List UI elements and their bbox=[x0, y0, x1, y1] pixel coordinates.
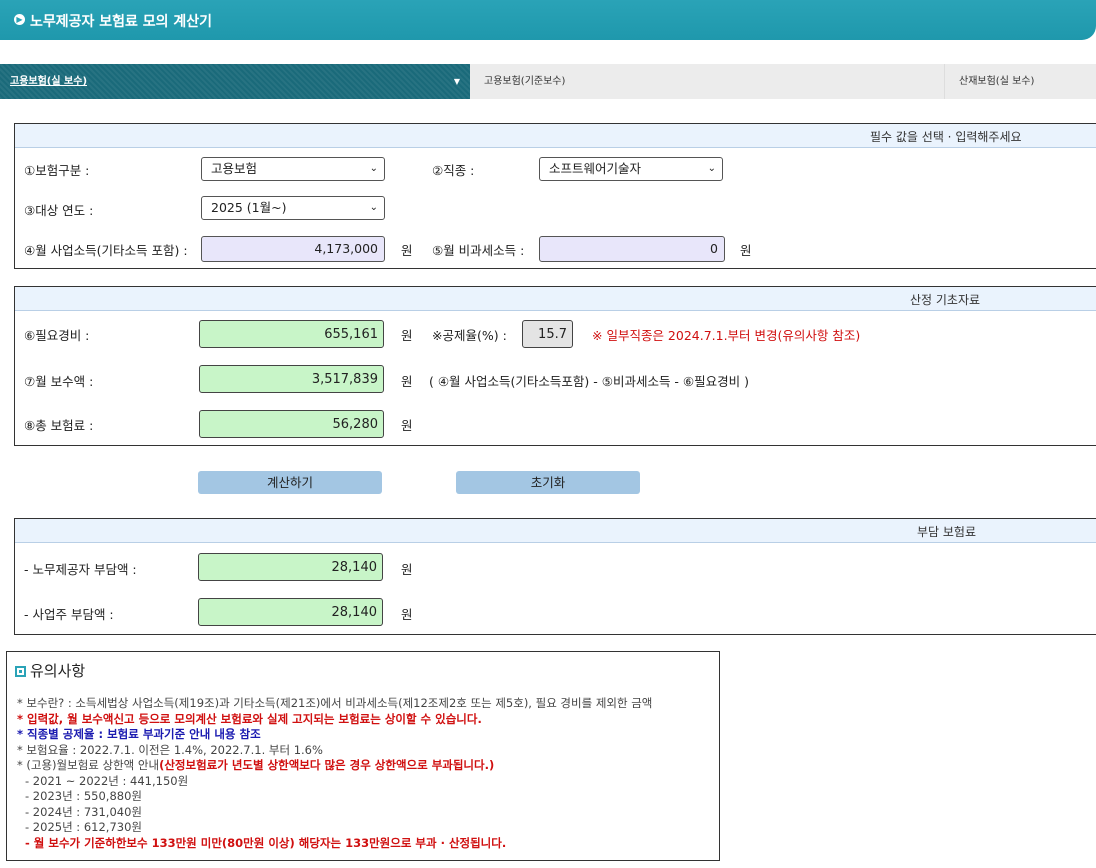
input-section: 필수 값을 선택 · 입력해주세요 ①보험구분 : 고용보험 ⌄ ②직종 : 소… bbox=[14, 123, 1096, 269]
income-label: ④월 사업소득(기타소득 포함) : bbox=[24, 243, 188, 258]
note-item: - 2024년 : 731,040원 bbox=[25, 804, 142, 819]
tab-employment-standard-pay[interactable]: 고용보험(기준보수) bbox=[484, 64, 565, 99]
nontax-income-label: ⑤월 비과세소득 : bbox=[432, 243, 525, 258]
worker-burden-unit: 원 bbox=[401, 562, 413, 577]
calculate-button[interactable]: 계산하기 bbox=[198, 471, 382, 494]
monthly-pay-label: ⑦월 보수액 : bbox=[24, 374, 94, 389]
chevron-down-icon: ⌄ bbox=[707, 163, 716, 174]
occupation-label: ②직종 : bbox=[432, 163, 475, 178]
employer-burden-label: - 사업주 부담액 : bbox=[24, 607, 114, 622]
note-item: - 2021 ~ 2022년 : 441,150원 bbox=[25, 773, 189, 788]
note-item: - 2025년 : 612,730원 bbox=[25, 820, 142, 834]
note-item: - 월 보수가 기준하한보수 133만원 미만(80만원 이상) 해당자는 13… bbox=[25, 835, 507, 850]
year-select[interactable]: 2025 (1월~) ⌄ bbox=[201, 196, 385, 220]
notes-heading: 유의사항 bbox=[15, 660, 85, 681]
note-item: * 직종별 공제율 : 보험료 부과기준 안내 내용 참조 bbox=[17, 727, 261, 741]
worker-burden-label: - 노무제공자 부담액 : bbox=[24, 562, 137, 577]
input-section-heading: 필수 값을 선택 · 입력해주세요 bbox=[870, 130, 1022, 144]
employer-burden-output: 28,140 bbox=[198, 598, 383, 626]
total-premium-unit: 원 bbox=[401, 418, 413, 433]
notes-panel: 유의사항 * 보수란? : 소득세법상 사업소득(제19조)과 기타소득(제21… bbox=[6, 651, 720, 861]
reset-button[interactable]: 초기화 bbox=[456, 471, 640, 494]
tab-bar: 고용보험(실 보수) ▼ 고용보험(기준보수) 산재보험(실 보수) bbox=[0, 64, 1096, 99]
year-label: ③대상 연도 : bbox=[24, 203, 94, 218]
calc-section-heading: 산정 기초자료 bbox=[910, 293, 981, 307]
tab-employment-actual-pay[interactable]: 고용보험(실 보수) ▼ bbox=[0, 64, 470, 99]
monthly-pay-formula: ( ④월 사업소득(기타소득포함) - ⑤비과세소득 - ⑥필요경비 ) bbox=[429, 374, 749, 389]
burden-section: 부담 보험료 - 노무제공자 부담액 : 28,140 원 - 사업주 부담액 … bbox=[14, 518, 1096, 635]
note-item: * (고용)월보험료 상한액 안내(산정보험료가 년도별 상한액보다 많은 경우… bbox=[17, 758, 495, 772]
expense-output: 655,161 bbox=[199, 320, 384, 348]
note-item: * 입력값, 월 보수액신고 등으로 모의계산 보험료와 실제 고지되는 보험료… bbox=[17, 711, 482, 726]
insurance-type-label: ①보험구분 : bbox=[24, 163, 90, 178]
chevron-down-icon: ⌄ bbox=[369, 202, 378, 213]
tab-industrial-accident-actual-pay[interactable]: 산재보험(실 보수) bbox=[944, 64, 1096, 99]
caret-down-icon: ▼ bbox=[453, 77, 460, 86]
total-premium-output: 56,280 bbox=[199, 410, 384, 438]
note-item: - 2023년 : 550,880원 bbox=[25, 789, 142, 803]
nontax-income-input[interactable]: 0 bbox=[539, 236, 725, 262]
notes-list: * 보수란? : 소득세법상 사업소득(제19조)과 기타소득(제21조)에서 … bbox=[17, 696, 652, 851]
employer-burden-unit: 원 bbox=[401, 607, 413, 622]
income-unit: 원 bbox=[401, 243, 413, 258]
nontax-income-unit: 원 bbox=[740, 243, 752, 258]
burden-section-heading: 부담 보험료 bbox=[917, 525, 977, 539]
deduction-rate-label: ※공제율(%) : bbox=[432, 328, 507, 343]
note-item: * 보험요율 : 2022.7.1. 이전은 1.4%, 2022.7.1. 부… bbox=[17, 742, 323, 757]
income-input[interactable]: 4,173,000 bbox=[201, 236, 385, 262]
expense-unit: 원 bbox=[401, 328, 413, 343]
note-item: * 보수란? : 소득세법상 사업소득(제19조)과 기타소득(제21조)에서 … bbox=[17, 696, 653, 710]
page-title: 노무제공자 보험료 모의 계산기 bbox=[30, 14, 213, 30]
monthly-pay-unit: 원 bbox=[401, 374, 413, 389]
occupation-select[interactable]: 소프트웨어기술자 ⌄ bbox=[539, 157, 723, 181]
monthly-pay-output: 3,517,839 bbox=[199, 365, 384, 393]
calc-section: 산정 기초자료 ⑥필요경비 : 655,161 원 ※공제율(%) : 15.7… bbox=[14, 286, 1096, 446]
insurance-type-select[interactable]: 고용보험 ⌄ bbox=[201, 157, 385, 181]
chevron-right-icon: ▶ bbox=[14, 14, 25, 25]
expense-label: ⑥필요경비 : bbox=[24, 328, 90, 343]
title-bar: ▶ 노무제공자 보험료 모의 계산기 bbox=[0, 0, 1096, 40]
square-bullet-icon bbox=[15, 666, 26, 677]
worker-burden-output: 28,140 bbox=[198, 553, 383, 581]
deduction-change-note: ※ 일부직종은 2024.7.1.부터 변경(유의사항 참조) bbox=[592, 328, 861, 343]
chevron-down-icon: ⌄ bbox=[369, 163, 378, 174]
deduction-rate-output: 15.7 bbox=[522, 320, 573, 348]
total-premium-label: ⑧총 보험료 : bbox=[24, 418, 94, 433]
